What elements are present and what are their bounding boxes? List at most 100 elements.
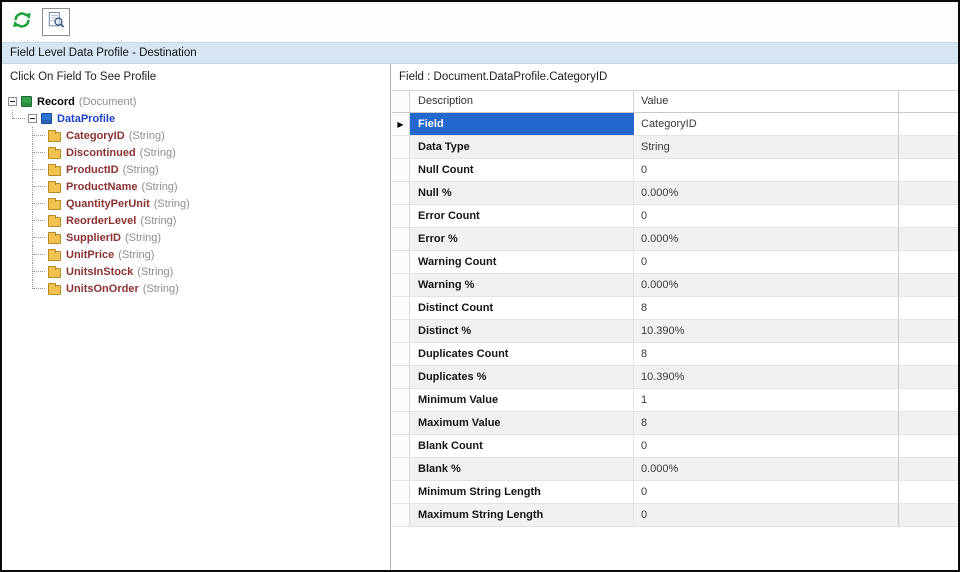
row-selector-cell [392,504,410,526]
description-cell: Error Count [410,205,634,227]
grid-row[interactable]: Null Count 0 [392,159,958,182]
value-cell: String [634,136,899,158]
tree-field-row[interactable]: QuantityPerUnit (String) [8,195,390,212]
value-cell: 0 [634,435,899,457]
description-column-header[interactable]: Description [410,91,634,112]
tree-connector [28,263,48,280]
folder-icon [48,149,61,159]
refresh-icon [11,9,33,36]
folder-icon [48,251,61,261]
content-area: Click On Field To See Profile Record (Do… [2,64,958,570]
tree-field-row[interactable]: Discontinued (String) [8,144,390,161]
value-cell: 1 [634,389,899,411]
folder-icon [48,285,61,295]
value-cell: 0.000% [634,228,899,250]
folder-icon [48,217,61,227]
grid-row[interactable]: Distinct % 10.390% [392,320,958,343]
grid-row[interactable]: Minimum String Length 0 [392,481,958,504]
tree-field-type: (String) [137,266,173,278]
value-cell: 8 [634,412,899,434]
grid-row[interactable]: Error Count 0 [392,205,958,228]
grid-row[interactable]: Minimum Value 1 [392,389,958,412]
tree-record-label: Record [37,96,75,108]
selector-column-header [392,91,410,112]
grid-row[interactable]: Warning % 0.000% [392,274,958,297]
grid-row[interactable]: Blank Count 0 [392,435,958,458]
description-cell: Error % [410,228,634,250]
grid-row[interactable]: Warning Count 0 [392,251,958,274]
tree-field-type: (String) [123,164,159,176]
tree-field-row[interactable]: CategoryID (String) [8,127,390,144]
grid-row[interactable]: Duplicates Count 8 [392,343,958,366]
description-cell: Null % [410,182,634,204]
tree-field-row[interactable]: SupplierID (String) [8,229,390,246]
refresh-button[interactable] [8,8,36,36]
tree-field-row[interactable]: ReorderLevel (String) [8,212,390,229]
tree-node-record[interactable]: Record (Document) [8,93,390,110]
description-cell: Warning % [410,274,634,296]
folder-icon [48,234,61,244]
row-selector-cell [392,159,410,181]
tree-connector [28,229,48,246]
value-cell: 8 [634,343,899,365]
tree-indent [8,161,28,178]
tree-connector [28,178,48,195]
tree-connector [28,127,48,144]
grid-row[interactable]: Data Type String [392,136,958,159]
collapse-toggle-icon[interactable] [28,114,37,123]
tree-field-type: (String) [118,249,154,261]
tree-field-row[interactable]: ProductName (String) [8,178,390,195]
collapse-toggle-icon[interactable] [8,97,17,106]
row-selector-cell [392,251,410,273]
value-cell: 0 [634,159,899,181]
row-selector-cell [392,366,410,388]
description-cell: Blank Count [410,435,634,457]
tree-node-dataprofile[interactable]: DataProfile [8,110,390,127]
tree-field-label: ProductID [66,164,119,176]
grid-row[interactable]: Duplicates % 10.390% [392,366,958,389]
toolbar [2,2,958,42]
tree-connector [28,212,48,229]
value-cell: 0 [634,251,899,273]
grid-row[interactable]: Distinct Count 8 [392,297,958,320]
grid-row[interactable]: Maximum String Length 0 [392,504,958,527]
row-selector-cell [392,205,410,227]
value-cell: 0 [634,205,899,227]
tree-field-row[interactable]: ProductID (String) [8,161,390,178]
grid-panel-header: Field : Document.DataProfile.CategoryID [391,64,958,90]
value-cell: 0 [634,504,899,526]
grid-row[interactable]: ▶ Field CategoryID [392,113,958,136]
tree-field-type: (String) [129,130,165,142]
grid-row[interactable]: Blank % 0.000% [392,458,958,481]
value-cell: 0.000% [634,458,899,480]
tree-field-row[interactable]: UnitsInStock (String) [8,263,390,280]
tree-field-type: (String) [140,215,176,227]
description-cell: Null Count [410,159,634,181]
folder-icon [48,132,61,142]
tree-field-type: (String) [125,232,161,244]
row-selector-arrow-icon: ▶ [392,113,410,135]
grid-body: ▶ Field CategoryID Data Type String Null… [392,113,958,527]
tree-connector [8,110,28,127]
row-selector-cell [392,228,410,250]
grid-row[interactable]: Error % 0.000% [392,228,958,251]
value-cell: 10.390% [634,366,899,388]
tree-field-label: SupplierID [66,232,121,244]
tree-dataprofile-label: DataProfile [57,113,115,125]
grid-row[interactable]: Maximum Value 8 [392,412,958,435]
tree-indent [8,195,28,212]
panel-title: Field Level Data Profile - Destination [10,47,197,59]
grid-row[interactable]: Null % 0.000% [392,182,958,205]
app-window: Field Level Data Profile - Destination C… [0,0,960,572]
description-cell: Minimum Value [410,389,634,411]
tree-field-row[interactable]: UnitPrice (String) [8,246,390,263]
profile-viewer-button[interactable] [42,8,70,36]
value-column-header[interactable]: Value [634,91,899,112]
tree-indent [8,127,28,144]
description-cell: Duplicates Count [410,343,634,365]
row-selector-cell [392,389,410,411]
tree-indent [8,144,28,161]
tree-field-row[interactable]: UnitsOnOrder (String) [8,280,390,297]
value-cell: 0 [634,481,899,503]
tree-indent [8,246,28,263]
